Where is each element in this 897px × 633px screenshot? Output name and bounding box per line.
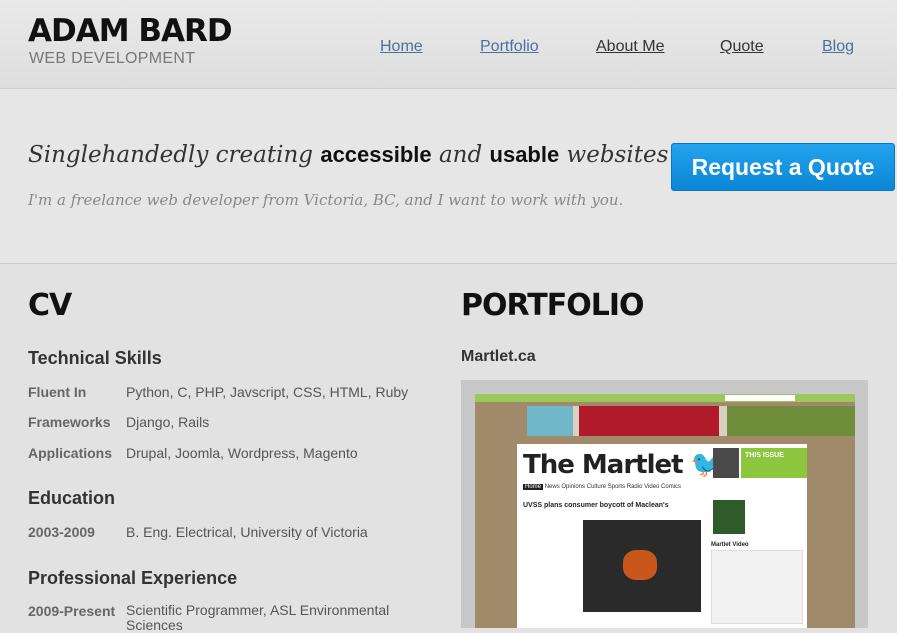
ad-banner [527, 406, 855, 436]
tagline-part: websites [566, 142, 669, 168]
hero-subtitle: I'm a freelance web developer from Victo… [28, 191, 624, 209]
issue-thumbnail [713, 448, 739, 478]
project-title[interactable]: Martlet.ca [461, 348, 536, 366]
experience-value: Scientific Programmer, ASL Environmental… [126, 602, 390, 633]
education-heading: Education [28, 488, 116, 508]
skill-value: Python, C, PHP, Javscript, CSS, HTML, Ru… [126, 384, 409, 400]
skill-label: Frameworks [28, 414, 111, 430]
site-nav-item: Comics [661, 484, 682, 490]
cv-heading: CV [28, 288, 72, 323]
site-nav-item: Home [523, 484, 544, 490]
request-quote-button[interactable]: Request a Quote [671, 143, 895, 191]
logo-subtitle: WEB DEVELOPMENT [29, 50, 196, 67]
nav-home-link[interactable]: Home [380, 38, 423, 56]
tagline-accessible: accessible [320, 142, 432, 167]
site-side-label: Martlet Video [711, 542, 749, 548]
site-nav-item: Sports [607, 484, 626, 490]
education-value: B. Eng. Electrical, University of Victor… [126, 524, 368, 540]
tagline-usable: usable [489, 142, 560, 167]
experience-heading: Professional Experience [28, 568, 238, 588]
site-nav: Home News Opinions Culture Sports Radio … [523, 484, 803, 492]
skill-value: Django, Rails [126, 414, 210, 430]
project-screenshot[interactable]: The Martlet 🐦 THIS ISSUE Home News Opini… [461, 380, 868, 628]
site-nav-item: Video [644, 484, 660, 490]
site-masthead: The Martlet 🐦 [523, 450, 723, 480]
site-search-box [725, 395, 795, 401]
ad-block [727, 406, 855, 436]
site-nav-item: Opinions [561, 484, 586, 490]
ad-block [579, 406, 719, 436]
skill-label: Applications [28, 445, 113, 461]
site-nav-item: Radio [626, 484, 643, 490]
nav-portfolio-link[interactable]: Portfolio [480, 38, 539, 56]
tagline-part: and [438, 142, 483, 168]
issue-badge: THIS ISSUE [741, 448, 807, 478]
experience-label: 2009-Present [28, 603, 116, 619]
ad-block [527, 406, 573, 436]
site-headline: UVSS plans consumer boycott of Maclean's [523, 502, 669, 509]
fire-image [623, 550, 657, 580]
nav-about-link[interactable]: About Me [596, 38, 664, 56]
site-topbar [475, 394, 855, 402]
hero-section: Singlehandedly creating accessible and u… [0, 89, 897, 264]
skill-value: Drupal, Joomla, Wordpress, Magento [126, 445, 358, 461]
site-page: The Martlet 🐦 THIS ISSUE Home News Opini… [517, 444, 807, 628]
portfolio-heading: PORTFOLIO [461, 288, 644, 323]
site-name: The Martlet [523, 450, 684, 480]
site-nav-item: Culture [586, 484, 607, 490]
screenshot-frame: The Martlet 🐦 THIS ISSUE Home News Opini… [475, 394, 855, 628]
nav-quote-link[interactable]: Quote [720, 38, 764, 56]
logo-title[interactable]: ADAM BARD [28, 14, 233, 48]
hero-tagline: Singlehandedly creating accessible and u… [28, 142, 668, 168]
tagline-part: Singlehandedly creating [28, 142, 314, 168]
skill-label: Fluent In [28, 384, 87, 400]
site-photo [583, 520, 701, 612]
site-nav-item: News [544, 484, 560, 490]
education-label: 2003-2009 [28, 524, 95, 540]
site-side-image [713, 500, 745, 534]
site-video-box [711, 550, 803, 624]
nav-blog-link[interactable]: Blog [822, 38, 854, 56]
technical-skills-heading: Technical Skills [28, 348, 162, 368]
site-header: ADAM BARD WEB DEVELOPMENT Home Portfolio… [0, 0, 897, 89]
